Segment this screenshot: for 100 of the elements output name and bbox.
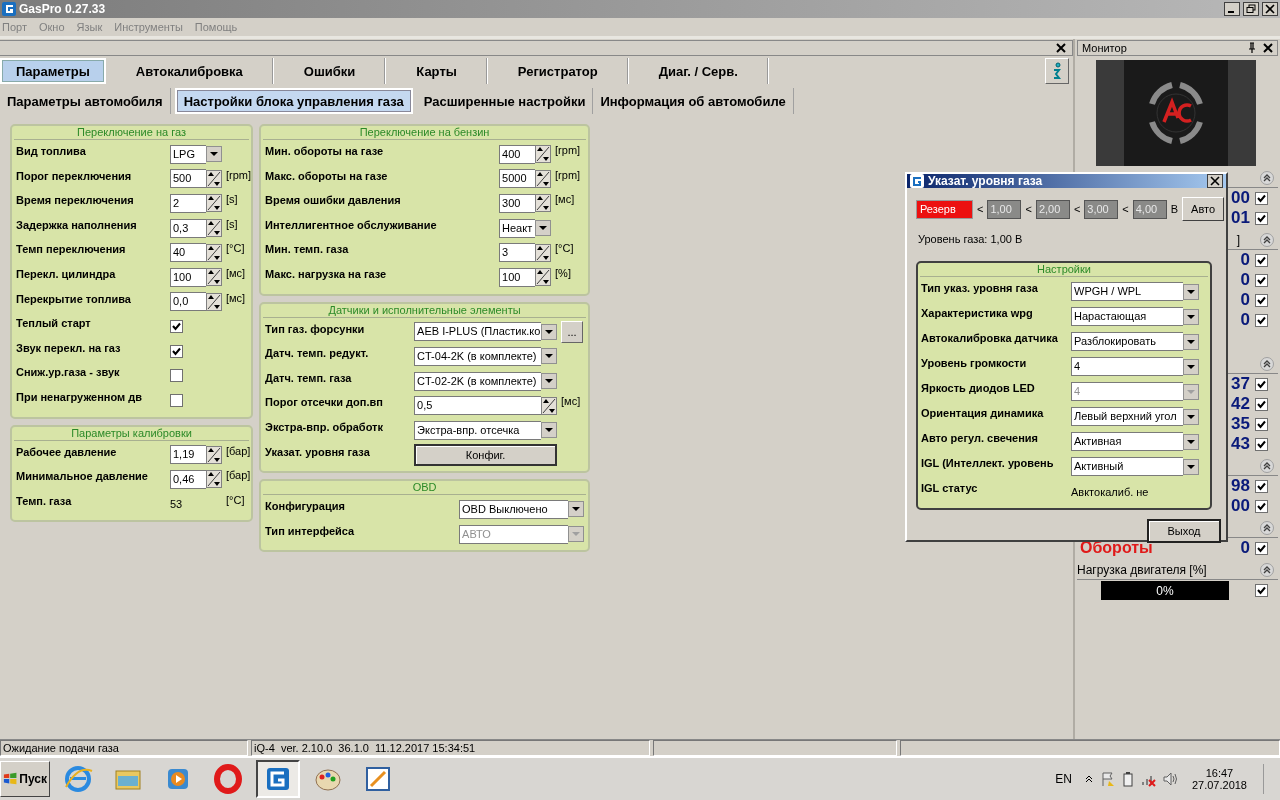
clock-time[interactable]: 16:47 (1205, 767, 1234, 779)
spinner-icon[interactable] (535, 243, 552, 262)
field-label: Макс. нагрузка на газе (265, 266, 388, 280)
collapse-icon[interactable] (1260, 562, 1274, 577)
clock-date[interactable]: 27.07.2018 (1191, 779, 1247, 791)
number-field[interactable]: 0,0 (170, 292, 206, 312)
number-field[interactable]: 3 (499, 243, 536, 263)
number-field[interactable]: 100 (170, 267, 206, 287)
info-button[interactable] (1045, 58, 1069, 84)
checkbox[interactable] (1255, 541, 1268, 555)
dropdown-field[interactable]: 4 (1071, 357, 1183, 376)
spinner-icon[interactable] (206, 268, 222, 287)
spinner-icon[interactable] (535, 194, 552, 213)
dropdown-field[interactable]: Нарастающая (1071, 307, 1183, 326)
battery-icon[interactable] (1121, 771, 1134, 787)
dropdown-field[interactable]: WPGH / WPL (1071, 282, 1183, 301)
browse-button[interactable]: ... (561, 320, 584, 343)
number-field[interactable]: 100 (499, 267, 536, 287)
taskbar-app[interactable] (256, 760, 300, 798)
spinner-icon[interactable] (206, 470, 222, 489)
restore-icon[interactable] (1243, 2, 1259, 16)
dropdown-field[interactable]: AEB I-PLUS (Пластик.ко (414, 322, 542, 342)
collapse-icon[interactable] (1260, 458, 1274, 473)
language-indicator[interactable]: EN (1055, 772, 1072, 786)
spinner-icon[interactable] (206, 169, 222, 188)
close-icon[interactable] (1207, 174, 1223, 188)
checkbox[interactable] (1255, 583, 1268, 597)
checkbox[interactable] (1255, 479, 1268, 493)
start-button[interactable]: Пуск (0, 761, 50, 797)
close-icon[interactable] (1263, 43, 1273, 53)
field-label: Яркость диодов LED (921, 381, 1036, 394)
number-field[interactable]: 300 (499, 194, 536, 213)
number-field[interactable]: 0,5 (414, 396, 542, 416)
chevron-up-icon[interactable] (1083, 774, 1094, 784)
minimize-icon[interactable] (1224, 2, 1240, 16)
unit-label: [rpm] (555, 167, 582, 181)
dropdown-field[interactable]: CT-04-2K (в комплекте) (414, 346, 542, 366)
checkbox[interactable] (1255, 253, 1268, 267)
checkbox[interactable] (170, 344, 183, 358)
dropdown-field[interactable]: Левый верхний угол (1071, 407, 1183, 426)
dropdown-field[interactable]: Активный (1071, 457, 1183, 476)
number-field[interactable]: 400 (499, 144, 536, 164)
subtab[interactable]: Настройки блока управления газа (174, 88, 413, 114)
field-label: Характеристика wpg (921, 306, 1034, 319)
checkbox[interactable] (1255, 313, 1268, 327)
checkbox[interactable] (1255, 191, 1268, 205)
dropdown-field[interactable]: CT-02-2K (в комплекте) (414, 371, 542, 391)
checkbox[interactable] (170, 369, 183, 383)
spinner-icon[interactable] (535, 145, 552, 164)
spinner-icon[interactable] (206, 292, 222, 311)
ring-icon (212, 763, 244, 795)
number-field[interactable]: 1,19 (170, 445, 206, 465)
number-field[interactable]: 0,46 (170, 469, 206, 489)
number-field[interactable]: 40 (170, 243, 206, 263)
close-icon[interactable] (1262, 2, 1278, 16)
dropdown-field[interactable]: OBD Выключено (459, 499, 569, 519)
spinner-icon[interactable] (206, 243, 222, 262)
field-label: Вид топлива (16, 144, 87, 157)
checkbox[interactable] (1255, 211, 1268, 225)
number-field[interactable]: 2 (170, 194, 206, 213)
dropdown-field[interactable]: Экстра-впр. отсечка (414, 420, 542, 440)
checkbox[interactable] (1255, 499, 1268, 513)
spinner-icon[interactable] (535, 169, 552, 188)
spinner-icon[interactable] (206, 194, 222, 213)
pin-icon[interactable] (1247, 42, 1257, 54)
close-icon[interactable] (1056, 43, 1066, 53)
flag-icon[interactable] (1099, 771, 1116, 787)
checkbox[interactable] (1255, 293, 1268, 307)
field-label: Тип интерфейса (265, 523, 356, 537)
field-label: Мин. темп. газа (265, 242, 350, 256)
checkbox[interactable] (170, 319, 183, 333)
collapse-icon[interactable] (1260, 520, 1274, 535)
dropdown-field[interactable]: Разблокировать (1071, 332, 1183, 351)
field-label: IGL (Интеллект. уровень (921, 456, 1055, 469)
checkbox[interactable] (1255, 273, 1268, 287)
number-field[interactable]: 500 (170, 169, 206, 189)
less-than-sign: < (1073, 203, 1081, 215)
dropdown-field[interactable]: Активная (1071, 432, 1183, 451)
spinner-icon[interactable] (206, 219, 222, 238)
dropdown-field[interactable]: Неакт (499, 218, 536, 238)
spinner-icon[interactable] (535, 268, 552, 287)
checkbox[interactable] (1255, 437, 1268, 451)
speaker-icon[interactable] (1161, 771, 1178, 787)
checkbox[interactable] (1255, 417, 1268, 431)
number-field[interactable]: 0,3 (170, 218, 206, 238)
checkbox[interactable] (170, 393, 183, 407)
parameter-value: 35 (1231, 414, 1250, 434)
checkbox[interactable] (1255, 377, 1268, 391)
spinner-icon[interactable] (206, 445, 222, 464)
dropdown-field[interactable]: LPG (170, 144, 206, 164)
number-field[interactable]: 5000 (499, 169, 536, 189)
exit-button[interactable]: Выход (1147, 519, 1221, 543)
collapse-icon[interactable] (1260, 170, 1274, 185)
tab[interactable]: Параметры (0, 58, 106, 84)
collapse-icon[interactable] (1260, 356, 1274, 371)
checkbox[interactable] (1255, 397, 1268, 411)
auto-button[interactable]: Авто (1182, 197, 1225, 221)
config-button[interactable]: Конфиг. (414, 443, 558, 466)
collapse-icon[interactable] (1260, 232, 1274, 247)
spinner-icon[interactable] (541, 396, 558, 415)
